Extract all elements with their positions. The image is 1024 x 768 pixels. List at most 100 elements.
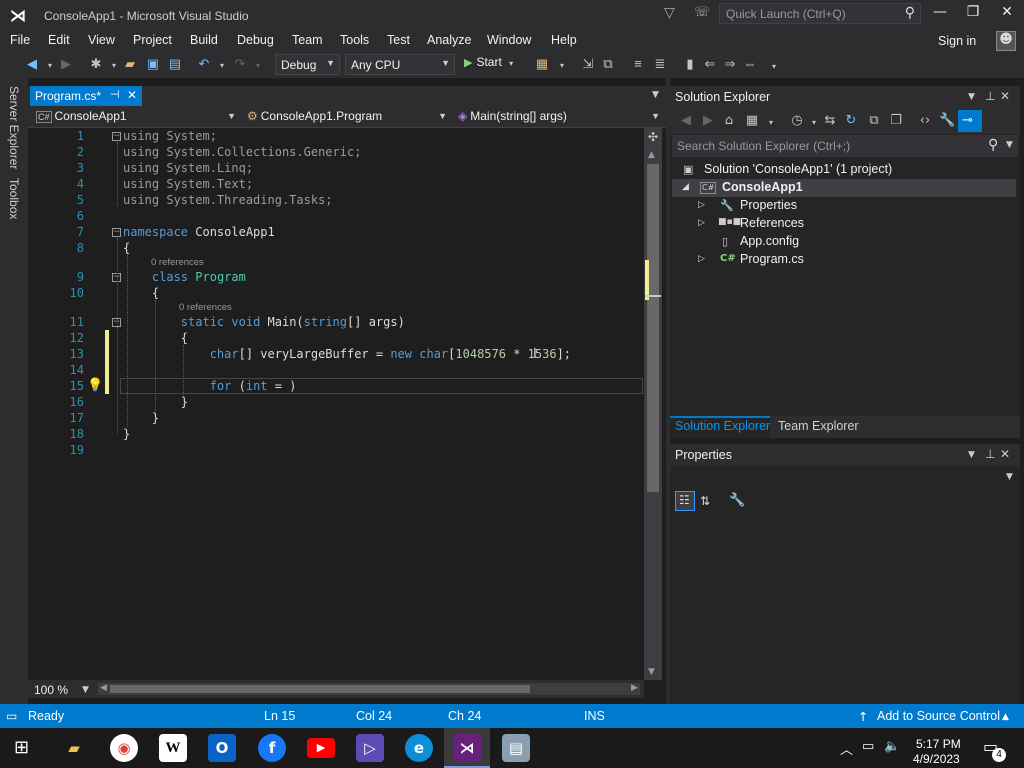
windows-icon[interactable]: ⧉ <box>600 56 616 72</box>
menu-debug[interactable]: Debug <box>237 33 274 47</box>
toolbox-tab[interactable]: Toolbox <box>7 178 21 219</box>
close-panel-icon[interactable]: ✕ <box>1000 447 1010 461</box>
undo-dropdown-icon[interactable]: ▾ <box>214 61 230 77</box>
toolbar-options-icon[interactable]: ▾ <box>766 62 782 78</box>
start-debugging-button[interactable]: ▶ Start ▾ <box>464 55 513 75</box>
tree-item-program-cs[interactable]: Program.cs <box>740 252 804 266</box>
tree-solution[interactable]: Solution 'ConsoleApp1' (1 project) <box>704 162 892 176</box>
type-nav-select[interactable]: ⚙ ConsoleApp1.Program ▼ <box>243 108 451 126</box>
forward-icon[interactable]: ▶ <box>58 56 74 72</box>
chrome-icon[interactable]: ◉ <box>110 734 138 762</box>
scroll-up-icon[interactable]: ▲ <box>648 150 655 160</box>
menu-analyze[interactable]: Analyze <box>427 33 471 47</box>
youtube-icon[interactable]: ▶ <box>307 738 335 758</box>
menu-project[interactable]: Project <box>133 33 172 47</box>
back-icon[interactable]: ◀ <box>24 56 40 72</box>
tree-item-references[interactable]: References <box>740 216 804 230</box>
codelens-references[interactable]: 0 references <box>179 302 232 313</box>
solution-configuration-select[interactable]: Debug ▼ <box>275 54 340 75</box>
tab-program-cs[interactable]: Program.cs* ⊣ ✕ <box>30 86 142 106</box>
uncomment-icon[interactable]: ≣ <box>652 56 668 72</box>
preview-selected-items-button[interactable]: ⊸ <box>958 110 982 132</box>
alphabetical-icon[interactable]: ⇅ <box>700 494 710 508</box>
solution-platform-select[interactable]: Any CPU ▼ <box>345 54 455 75</box>
redo-dropdown-icon[interactable]: ▾ <box>250 61 266 77</box>
filter-icon[interactable]: ▽ <box>664 5 680 21</box>
menu-build[interactable]: Build <box>190 33 218 47</box>
bookmark-icon[interactable]: ▮ <box>682 56 698 72</box>
tree-project[interactable]: ConsoleApp1 <box>722 180 803 194</box>
facebook-icon[interactable]: f <box>258 734 286 762</box>
quick-launch-input[interactable]: Quick Launch (Ctrl+Q) ⚲ <box>719 3 921 24</box>
start-dropdown-icon[interactable]: ▾ <box>509 59 513 68</box>
new-project-icon[interactable]: ✱ <box>88 56 104 72</box>
feedback-icon[interactable]: ☏ <box>694 5 710 21</box>
home-icon[interactable]: ⌂ <box>721 113 737 129</box>
chevron-up-icon[interactable]: ▲ <box>1002 712 1009 722</box>
next-bookmark-icon[interactable]: ⇒ <box>722 56 738 72</box>
remote-desktop-icon[interactable]: ▤ <box>502 734 530 762</box>
wikipedia-icon[interactable]: W <box>159 734 187 762</box>
show-all-files-icon[interactable]: ❐ <box>888 113 904 129</box>
toolbar-overflow-icon[interactable]: ▾ <box>554 61 570 77</box>
volume-icon[interactable]: 🔈 <box>884 739 900 754</box>
save-icon[interactable]: ▣ <box>145 56 161 72</box>
member-nav-select[interactable]: ◈ Main(string[] args) ▼ <box>454 108 664 126</box>
window-position-icon[interactable]: ▼ <box>968 92 975 102</box>
menu-file[interactable]: File <box>10 33 30 47</box>
zoom-level[interactable]: 100 % <box>34 683 68 697</box>
property-pages-icon[interactable]: 🔧 <box>729 493 745 508</box>
menu-edit[interactable]: Edit <box>48 33 70 47</box>
collapse-icon[interactable]: − <box>112 228 121 237</box>
pin-icon[interactable]: ⊥ <box>985 89 995 103</box>
sync-icon[interactable]: ⇆ <box>822 113 838 129</box>
collapsed-arrow-icon[interactable]: ▷ <box>698 254 705 264</box>
forward-icon[interactable]: ▶ <box>700 113 716 129</box>
new-dropdown-icon[interactable]: ▾ <box>106 61 122 77</box>
sign-in-link[interactable]: Sign in <box>938 34 976 48</box>
object-selector[interactable] <box>672 467 1018 487</box>
tab-team-explorer[interactable]: Team Explorer <box>778 419 859 433</box>
undo-icon[interactable]: ↶ <box>196 56 212 72</box>
close-panel-icon[interactable]: ✕ <box>1000 89 1010 103</box>
views-dropdown-icon[interactable]: ▾ <box>763 118 779 134</box>
show-hidden-icons-icon[interactable]: ︿ <box>840 739 853 758</box>
tab-list-dropdown-icon[interactable]: ▼ <box>652 90 659 100</box>
comment-out-icon[interactable]: ≡ <box>630 56 646 72</box>
tree-item-app-config[interactable]: App.config <box>740 234 799 248</box>
search-options-icon[interactable]: ▼ <box>1006 140 1013 150</box>
clock-time[interactable]: 5:17 PM <box>916 737 961 751</box>
menu-tools[interactable]: Tools <box>340 33 369 47</box>
vertical-scroll-thumb[interactable] <box>647 164 659 492</box>
categorized-button[interactable]: ☷ <box>675 491 695 511</box>
horizontal-scroll-thumb[interactable] <box>110 685 530 693</box>
collapsed-arrow-icon[interactable]: ▷ <box>698 200 705 210</box>
split-handle-icon[interactable]: ✣ <box>648 130 658 144</box>
view-code-icon[interactable]: ‹› <box>917 113 933 129</box>
maximize-icon[interactable]: ❐ <box>961 4 985 24</box>
file-explorer-icon[interactable]: ▰ <box>60 734 88 762</box>
collapsed-arrow-icon[interactable]: ▷ <box>698 218 705 228</box>
step-icon[interactable]: ⇲ <box>580 56 596 72</box>
scroll-down-icon[interactable]: ▼ <box>648 667 655 677</box>
close-tab-icon[interactable]: ✕ <box>127 88 137 102</box>
properties-wrench-icon[interactable]: 🔧 <box>939 113 955 129</box>
window-position-icon[interactable]: ▼ <box>968 450 975 460</box>
tab-solution-explorer[interactable]: Solution Explorer <box>675 419 770 433</box>
menu-view[interactable]: View <box>88 33 115 47</box>
refresh-icon[interactable]: ↻ <box>843 113 859 129</box>
add-to-source-control-button[interactable]: Add to Source Control <box>877 709 1000 723</box>
codelens-references[interactable]: 0 references <box>151 257 204 268</box>
collapse-all-icon[interactable]: ⧉ <box>866 113 882 129</box>
open-folder-icon[interactable]: ▰ <box>122 56 138 72</box>
collapse-icon[interactable]: − <box>112 132 121 141</box>
tree-item-properties[interactable]: Properties <box>740 198 797 212</box>
back-icon[interactable]: ◀ <box>678 113 694 129</box>
account-avatar-icon[interactable]: ☻ <box>996 31 1016 51</box>
expanded-arrow-icon[interactable]: ◢ <box>682 182 689 192</box>
pin-icon[interactable]: ⊥ <box>985 447 995 461</box>
bookmark-folder-icon[interactable]: ⇔ <box>742 56 758 72</box>
search-icon[interactable]: ⚲ <box>988 137 998 153</box>
pin-icon[interactable]: ⊣ <box>110 88 120 101</box>
save-all-icon[interactable]: ▤ <box>167 56 183 72</box>
